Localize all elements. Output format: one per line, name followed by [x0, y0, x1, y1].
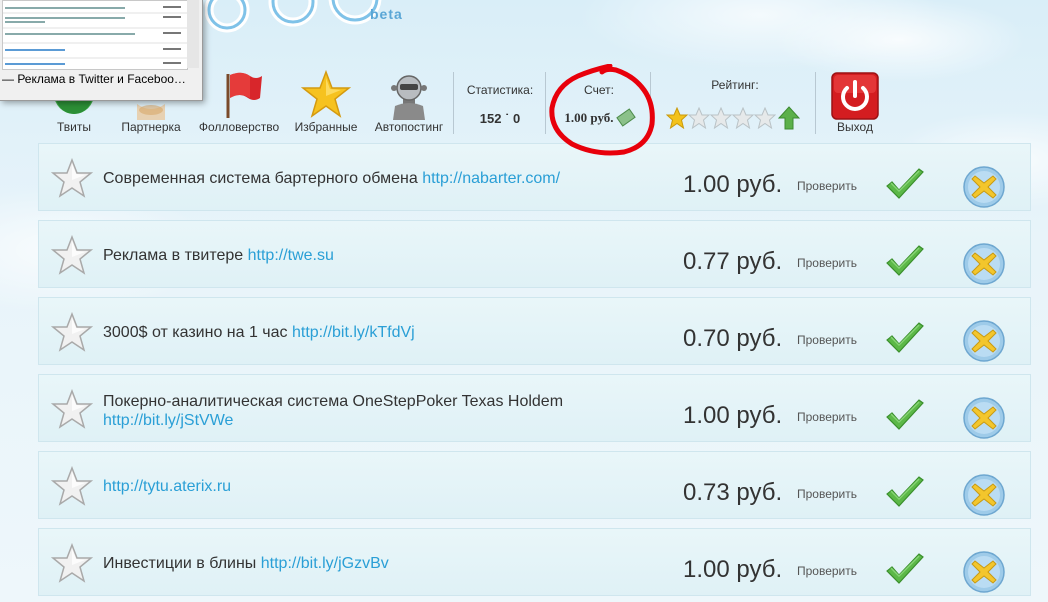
check-button[interactable]: Проверить	[797, 179, 857, 193]
reject-x-icon[interactable]	[962, 473, 1006, 517]
site-logo	[205, 0, 382, 33]
rating-star-icon	[709, 106, 733, 130]
offer-title: Покерно-аналитическая система OneStepPok…	[103, 392, 658, 430]
toolbar-divider	[545, 72, 546, 134]
check-button[interactable]: Проверить	[797, 333, 857, 347]
offer-link[interactable]: http://bit.ly/jStVWe	[103, 412, 233, 429]
nav-follow[interactable]: Фолловерство	[194, 70, 284, 134]
nav-autopost-label: Автопостинг	[374, 120, 444, 134]
reject-x-icon[interactable]	[962, 396, 1006, 440]
offer-price: 0.70 руб.	[683, 325, 783, 352]
account-balance[interactable]: 1.00 руб.	[553, 108, 645, 127]
rating-title: Рейтинг:	[711, 78, 759, 92]
offer-title-text: Покерно-аналитическая система OneStepPok…	[103, 393, 564, 410]
approve-check-icon[interactable]	[885, 322, 925, 354]
favorite-star-icon[interactable]	[51, 543, 93, 583]
nav-follow-label: Фолловерство	[198, 120, 280, 134]
rating-block: Рейтинг:	[660, 78, 810, 130]
offer-title: Современная система бартерного обмена ht…	[103, 169, 658, 188]
offer-link[interactable]: http://bit.ly/kTfdVj	[292, 324, 415, 341]
stats-title: Статистика:	[466, 83, 534, 97]
offer-title-text: Реклама в твитере	[103, 247, 248, 264]
offer-title-text: Инвестиции в блины	[103, 555, 261, 572]
toolbar-divider	[815, 72, 816, 134]
account-title: Счет:	[584, 83, 614, 97]
rating-star-icon	[665, 106, 689, 130]
reject-x-icon[interactable]	[962, 242, 1006, 286]
offer-title-text: 3000$ от казино на 1 час	[103, 324, 292, 341]
thumbnail-scrollbar[interactable]	[187, 0, 199, 68]
logo-beta: beta	[370, 6, 403, 22]
toolbar-divider	[650, 72, 651, 134]
approve-check-icon[interactable]	[885, 553, 925, 585]
toolbar-divider	[453, 72, 454, 134]
offer-title: 3000$ от казино на 1 час http://bit.ly/k…	[103, 323, 658, 342]
list-item: http://tytu.aterix.ru 0.73 руб. Проверить	[38, 451, 1031, 519]
power-icon	[831, 72, 879, 120]
reject-x-icon[interactable]	[962, 550, 1006, 594]
thumbnail-preview	[2, 0, 188, 70]
nav-autopost[interactable]: Автопостинг	[366, 70, 452, 134]
offer-link[interactable]: http://nabarter.com/	[422, 170, 560, 187]
favorite-star-icon[interactable]	[51, 312, 93, 352]
check-button[interactable]: Проверить	[797, 487, 857, 501]
favorite-star-icon[interactable]	[51, 389, 93, 429]
list-item: 3000$ от казино на 1 час http://bit.ly/k…	[38, 297, 1031, 365]
rating-stars	[660, 106, 810, 130]
list-item: Покерно-аналитическая система OneStepPok…	[38, 374, 1031, 442]
check-button[interactable]: Проверить	[797, 410, 857, 424]
stats-value: 152 ˙ 0	[479, 111, 521, 126]
thumbnail-caption: — Реклама в Twitter и Faceboo…	[2, 72, 186, 86]
offer-link[interactable]: http://tytu.aterix.ru	[103, 478, 231, 495]
reject-x-icon[interactable]	[962, 165, 1006, 209]
account-block: Счет: 1.00 руб.	[553, 83, 645, 127]
favorite-star-icon[interactable]	[51, 466, 93, 506]
robot-icon	[391, 75, 427, 120]
money-icon	[615, 108, 636, 127]
approve-check-icon[interactable]	[885, 168, 925, 200]
approve-check-icon[interactable]	[885, 476, 925, 508]
offer-title: http://tytu.aterix.ru	[103, 477, 658, 496]
check-button[interactable]: Проверить	[797, 256, 857, 270]
exit-button[interactable]: Выход	[826, 72, 884, 134]
offer-title: Инвестиции в блины http://bit.ly/jGzvBv	[103, 554, 658, 573]
offer-title-text: Современная система бартерного обмена	[103, 170, 423, 187]
reject-x-icon[interactable]	[962, 319, 1006, 363]
list-item: Реклама в твитере http://twe.su 0.77 руб.…	[38, 220, 1031, 288]
check-button[interactable]: Проверить	[797, 564, 857, 578]
offer-link[interactable]: http://twe.su	[248, 247, 334, 264]
favorite-star-icon[interactable]	[51, 235, 93, 275]
offer-price: 0.73 руб.	[683, 479, 783, 506]
offer-price: 1.00 руб.	[683, 556, 783, 583]
offer-price: 0.77 руб.	[683, 248, 783, 275]
exit-label: Выход	[837, 120, 873, 134]
rating-star-icon	[753, 106, 777, 130]
offer-link[interactable]: http://bit.ly/jGzvBv	[261, 555, 389, 572]
nav-tweets-label: Твиты	[56, 120, 91, 134]
nav-favorites[interactable]: Избранные	[292, 70, 360, 134]
rating-star-icon	[731, 106, 755, 130]
offer-price: 1.00 руб.	[683, 171, 783, 198]
approve-check-icon[interactable]	[885, 399, 925, 431]
rating-star-icon	[687, 106, 711, 130]
stats-block: Статистика: 152 ˙ 0	[460, 83, 540, 126]
offer-price: 1.00 руб.	[683, 402, 783, 429]
red-flag-icon	[226, 72, 262, 118]
approve-check-icon[interactable]	[885, 245, 925, 277]
account-value: 1.00 руб.	[564, 110, 614, 125]
gold-star-icon	[301, 70, 351, 118]
nav-partner-label: Партнерка	[121, 120, 181, 134]
offer-title: Реклама в твитере http://twe.su	[103, 246, 658, 265]
list-item: Современная система бартерного обмена ht…	[38, 143, 1031, 211]
list-item: Инвестиции в блины http://bit.ly/jGzvBv 1…	[38, 528, 1031, 596]
nav-favorites-label: Избранные	[294, 120, 358, 134]
rating-up-arrow-icon[interactable]	[777, 106, 801, 130]
taskbar-thumbnail-popup[interactable]: — Реклама в Twitter и Faceboo…	[0, 0, 203, 101]
favorite-star-icon[interactable]	[51, 158, 93, 198]
